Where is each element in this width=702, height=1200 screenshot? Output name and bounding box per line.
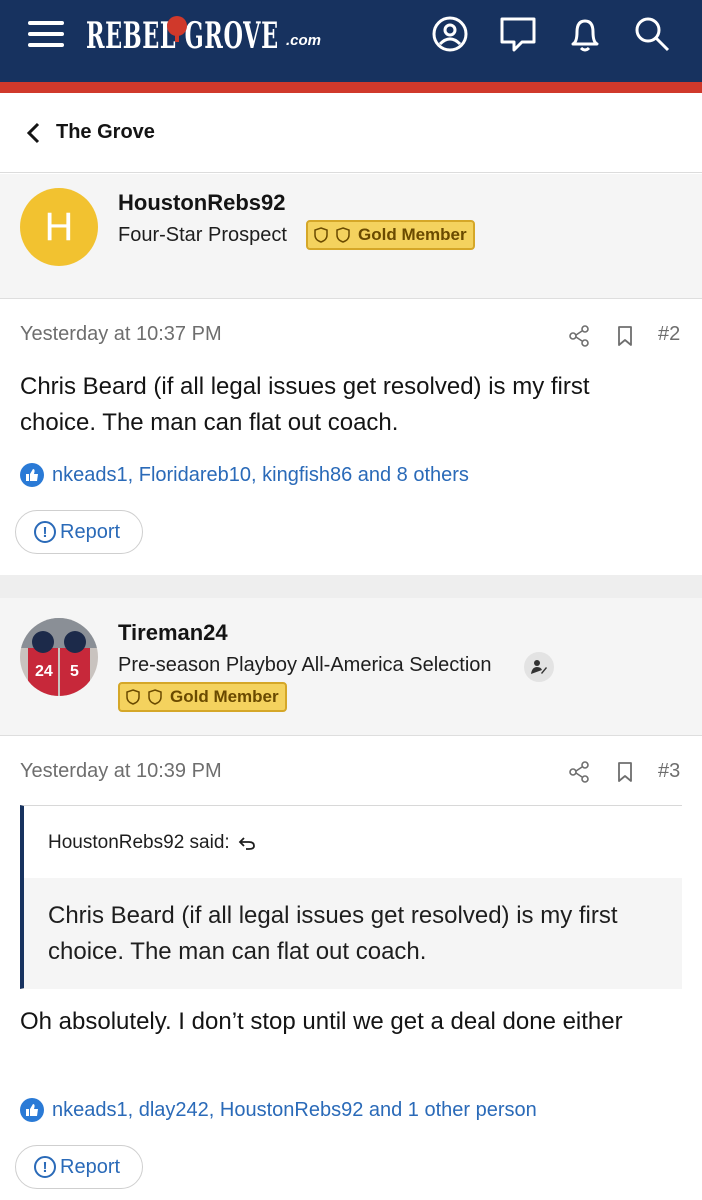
account-icon[interactable] <box>430 14 470 54</box>
username[interactable]: HoustonRebs92 <box>118 190 285 216</box>
breadcrumb-label[interactable]: The Grove <box>56 121 155 144</box>
avatar-letter: H <box>20 188 98 266</box>
shield-icon <box>126 689 140 705</box>
reactions-users[interactable]: nkeads1, dlay242, HoustonRebs92 and 1 ot… <box>52 1099 537 1122</box>
avatar[interactable]: H <box>20 188 98 266</box>
avatar-photo: 24 5 <box>20 618 98 696</box>
site-header: REBEL GROVE .com <box>0 0 702 82</box>
post-separator <box>0 575 702 598</box>
tree-logo-icon <box>167 16 187 42</box>
like-icon <box>20 463 44 487</box>
badge-label: Gold Member <box>358 225 467 244</box>
chevron-left-icon <box>26 122 40 144</box>
jump-to-quote-icon[interactable] <box>238 835 256 851</box>
report-button[interactable]: ! Report <box>15 510 143 554</box>
staff-icon <box>524 652 554 682</box>
shield-icon <box>148 689 162 705</box>
gold-member-badge: Gold Member <box>306 220 475 250</box>
badge-label: Gold Member <box>170 687 279 706</box>
messages-icon[interactable] <box>498 14 538 54</box>
post-date[interactable]: Yesterday at 10:39 PM <box>20 760 222 783</box>
quote-author-label[interactable]: HoustonRebs92 said: <box>48 832 230 854</box>
quote-block: HoustonRebs92 said: Chris Beard (if all … <box>20 805 682 989</box>
breadcrumb[interactable]: The Grove <box>0 93 702 173</box>
user-title: Pre-season Playboy All-America Selection <box>118 654 492 676</box>
share-icon[interactable] <box>568 325 590 347</box>
svg-text:5: 5 <box>70 663 79 680</box>
bookmark-icon[interactable] <box>616 325 634 347</box>
reactions-summary[interactable]: nkeads1, Floridareb10, kingfish86 and 8 … <box>20 463 469 487</box>
quote-author[interactable]: HoustonRebs92 said: <box>48 832 256 854</box>
share-icon[interactable] <box>568 761 590 783</box>
quote-body: Chris Beard (if all legal issues get res… <box>24 878 682 989</box>
like-icon <box>20 1098 44 1122</box>
bookmark-icon[interactable] <box>616 761 634 783</box>
post-number[interactable]: #3 <box>658 760 680 783</box>
logo-suffix: .com <box>286 32 322 49</box>
report-label: Report <box>60 1155 121 1178</box>
quote-text: Chris Beard (if all legal issues get res… <box>48 902 618 965</box>
gold-member-badge: Gold Member <box>118 682 287 712</box>
post-date[interactable]: Yesterday at 10:37 PM <box>20 323 222 346</box>
avatar[interactable]: 24 5 <box>20 618 98 696</box>
site-logo[interactable]: REBEL GROVE .com <box>86 8 397 58</box>
header-accent-bar <box>0 82 702 93</box>
post-body: Oh absolutely. I don’t stop until we get… <box>20 1008 623 1035</box>
menu-icon[interactable] <box>28 21 64 47</box>
search-icon[interactable] <box>632 14 672 54</box>
shield-icon <box>314 227 328 243</box>
reactions-users[interactable]: nkeads1, Floridareb10, kingfish86 and 8 … <box>52 464 469 487</box>
svg-text:24: 24 <box>35 663 53 680</box>
shield-icon <box>336 227 350 243</box>
post-body: Chris Beard (if all legal issues get res… <box>20 373 590 436</box>
quote-header: HoustonRebs92 said: <box>24 806 682 878</box>
user-title: Four-Star Prospect <box>118 224 287 246</box>
post-number[interactable]: #2 <box>658 323 680 346</box>
report-button[interactable]: ! Report <box>15 1145 143 1189</box>
report-label: Report <box>60 520 121 543</box>
post-user-block: H HoustonRebs92 Four-Star Prospect Gold … <box>0 174 702 299</box>
alert-circle-icon: ! <box>34 521 56 543</box>
username[interactable]: Tireman24 <box>118 620 228 646</box>
post-user-block: 24 5 Tireman24 Pre-season Playboy All-Am… <box>0 598 702 736</box>
reactions-summary[interactable]: nkeads1, dlay242, HoustonRebs92 and 1 ot… <box>20 1098 537 1122</box>
alerts-icon[interactable] <box>565 14 605 54</box>
alert-circle-icon: ! <box>34 1156 56 1178</box>
